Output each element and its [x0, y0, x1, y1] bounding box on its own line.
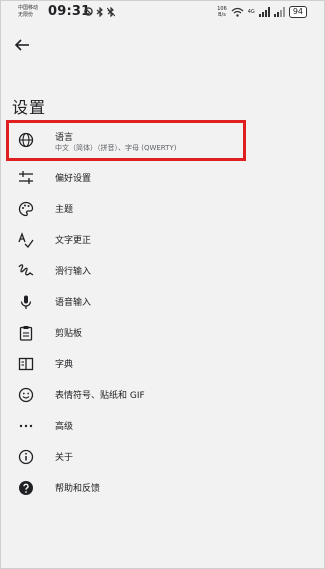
settings-item-label: 偏好设置	[55, 174, 92, 184]
settings-item-help-feedback[interactable]: 帮助和反馈	[0, 472, 325, 503]
settings-item-voice-input[interactable]: 语音输入	[0, 286, 325, 317]
microphone-icon	[17, 293, 35, 311]
network-speed: 106 B/s	[217, 6, 227, 18]
settings-item-label: 高级	[55, 422, 74, 432]
settings-item-label: 关于	[55, 453, 74, 463]
settings-item-dictionary[interactable]: 字典	[0, 348, 325, 379]
info-icon	[17, 448, 35, 466]
settings-item-label: 表情符号、贴纸和 GIF	[55, 391, 145, 401]
settings-item-clipboard[interactable]: 剪贴板	[0, 317, 325, 348]
wifi-icon	[231, 7, 244, 17]
settings-item-advanced[interactable]: 高级	[0, 410, 325, 441]
page-title: 设置	[12, 98, 47, 117]
notification-icons	[84, 7, 115, 17]
bluetooth-off-icon	[107, 7, 115, 17]
settings-item-theme[interactable]: 主题	[0, 193, 325, 224]
signal-icon	[258, 7, 270, 17]
carrier-info: 中国移动 无限份	[18, 5, 38, 19]
settings-list: 语言 中文（简体）（拼音）、字母 (QWERTY) 偏好设置 主题 文字更正 滑…	[0, 120, 325, 503]
clipboard-icon	[17, 324, 35, 342]
back-button[interactable]	[14, 36, 32, 54]
dnd-icon	[84, 7, 93, 16]
carrier-name: 中国移动	[18, 5, 39, 11]
settings-item-label: 字典	[55, 360, 74, 370]
carrier-sub: 无限份	[18, 12, 34, 18]
emoji-icon	[17, 386, 35, 404]
settings-item-label: 主题	[55, 205, 74, 215]
signal-icon-2	[273, 7, 285, 17]
more-dots-icon	[17, 417, 35, 435]
settings-item-label: 剪贴板	[55, 329, 83, 339]
settings-item-about[interactable]: 关于	[0, 441, 325, 472]
status-bar: 中国移动 无限份 09:31 106 B/s 4G 94	[0, 0, 325, 26]
sliders-icon	[17, 169, 35, 187]
bluetooth-icon	[96, 7, 103, 17]
settings-item-label: 帮助和反馈	[55, 484, 101, 494]
gesture-icon	[17, 262, 35, 280]
arrow-left-icon	[14, 39, 29, 51]
battery-indicator: 94	[288, 6, 307, 18]
dictionary-icon	[17, 355, 35, 373]
settings-item-preferences[interactable]: 偏好设置	[0, 162, 325, 193]
settings-item-emoji-stickers-gif[interactable]: 表情符号、贴纸和 GIF	[0, 379, 325, 410]
help-icon	[17, 479, 35, 497]
highlight-box	[6, 120, 246, 161]
settings-item-text-correction[interactable]: 文字更正	[0, 224, 325, 255]
signal-label: 4G	[247, 9, 255, 15]
settings-item-label: 滑行输入	[55, 267, 92, 277]
settings-item-label: 语音输入	[55, 298, 92, 308]
palette-icon	[17, 200, 35, 218]
settings-item-glide-typing[interactable]: 滑行输入	[0, 255, 325, 286]
system-status-icons: 106 B/s 4G 94	[217, 6, 307, 18]
network-speed-unit: B/s	[218, 12, 226, 18]
spellcheck-icon	[17, 231, 35, 249]
settings-item-label: 文字更正	[55, 236, 92, 246]
